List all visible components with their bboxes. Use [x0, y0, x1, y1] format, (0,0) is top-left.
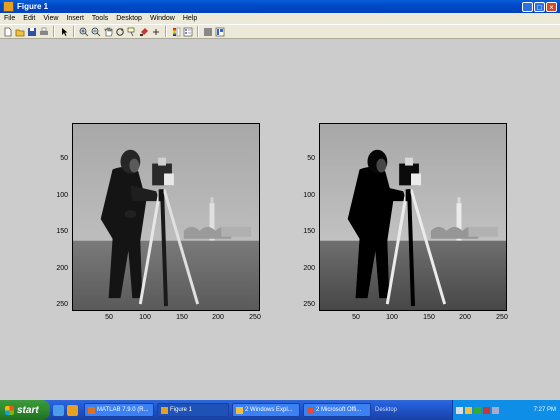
toolbar-separator [197, 26, 199, 37]
ytick-label: 150 [56, 228, 68, 235]
start-label: start [17, 404, 39, 416]
ie-quicklaunch-icon[interactable] [53, 404, 64, 416]
original-image [73, 124, 259, 310]
xtick-label: 150 [176, 314, 188, 321]
minimize-button[interactable]: _ [522, 1, 533, 12]
menu-desktop[interactable]: Desktop [112, 15, 146, 22]
taskbar: start MATLAB 7.9.0 (R... Figure 1 2 Wind… [0, 400, 560, 420]
menu-bar: File Edit View Insert Tools Desktop Wind… [0, 13, 560, 24]
processed-image-axes[interactable] [319, 123, 507, 311]
new-icon[interactable] [3, 27, 13, 37]
desktop-toolbar-label[interactable]: Desktop [375, 407, 397, 413]
menu-insert[interactable]: Insert [62, 15, 88, 22]
colorbar-icon[interactable] [171, 27, 181, 37]
tray-icon[interactable] [474, 406, 481, 414]
toolbar-separator [53, 26, 55, 37]
menu-edit[interactable]: Edit [19, 15, 39, 22]
menu-help[interactable]: Help [179, 15, 201, 22]
menu-view[interactable]: View [39, 15, 62, 22]
menu-file[interactable]: File [0, 15, 19, 22]
task-label: MATLAB 7.9.0 (R... [97, 407, 149, 413]
ytick-label: 200 [56, 265, 68, 272]
task-matlab[interactable]: MATLAB 7.9.0 (R... [84, 403, 154, 417]
menu-tools[interactable]: Tools [88, 15, 112, 22]
task-microsoft-office[interactable]: 2 Microsoft Offi... [303, 403, 371, 417]
ytick-label: 200 [303, 265, 315, 272]
ytick-label: 50 [307, 155, 315, 162]
office-icon [307, 406, 314, 414]
ytick-label: 100 [303, 192, 315, 199]
ytick-label: 100 [56, 192, 68, 199]
title-bar: Figure 1 _ □ × [0, 0, 560, 13]
task-windows-explorer[interactable]: 2 Windows Expl... [232, 403, 300, 417]
folder-icon [236, 406, 243, 414]
plot-tools-show-icon[interactable] [215, 27, 225, 37]
matlab-icon [88, 406, 95, 414]
zoom-in-icon[interactable] [79, 27, 89, 37]
volume-icon[interactable] [492, 406, 499, 414]
system-tray: 7:27 PM [452, 400, 560, 420]
xtick-label: 50 [352, 314, 360, 321]
maximize-button[interactable]: □ [534, 1, 545, 12]
ytick-label: 250 [56, 301, 68, 308]
xtick-label: 100 [139, 314, 151, 321]
close-button[interactable]: × [546, 1, 557, 12]
start-button[interactable]: start [0, 400, 50, 420]
xtick-label: 250 [249, 314, 261, 321]
xtick-label: 200 [212, 314, 224, 321]
original-image-axes[interactable] [72, 123, 260, 311]
xtick-label: 50 [105, 314, 113, 321]
figure-canvas: 50 100 150 200 250 50 100 150 200 250 50… [0, 39, 560, 400]
figure-toolbar [0, 24, 560, 39]
media-quicklaunch-icon[interactable] [67, 404, 78, 416]
save-icon[interactable] [27, 27, 37, 37]
print-icon[interactable] [39, 27, 49, 37]
plot-tools-hide-icon[interactable] [203, 27, 213, 37]
task-figure-1[interactable]: Figure 1 [157, 403, 229, 417]
tray-icon[interactable] [456, 406, 463, 414]
task-label: 2 Microsoft Offi... [316, 407, 362, 413]
xtick-label: 200 [459, 314, 471, 321]
ytick-label: 50 [60, 155, 68, 162]
windows-logo-icon [5, 405, 14, 415]
arrow-icon[interactable] [59, 27, 69, 37]
pan-icon[interactable] [103, 27, 113, 37]
data-cursor-icon[interactable] [127, 27, 137, 37]
open-icon[interactable] [15, 27, 25, 37]
xtick-label: 100 [386, 314, 398, 321]
ytick-label: 150 [303, 228, 315, 235]
window-title: Figure 1 [17, 2, 49, 11]
legend-icon[interactable] [183, 27, 193, 37]
figure-icon [161, 406, 168, 414]
toolbar-separator [73, 26, 75, 37]
xtick-label: 150 [423, 314, 435, 321]
xtick-label: 250 [496, 314, 508, 321]
link-icon[interactable] [151, 27, 161, 37]
zoom-out-icon[interactable] [91, 27, 101, 37]
matlab-figure-icon [3, 1, 14, 12]
task-label: Figure 1 [170, 407, 193, 413]
menu-window[interactable]: Window [146, 15, 179, 22]
toolbar-separator [165, 26, 167, 37]
rotate-icon[interactable] [115, 27, 125, 37]
tray-icon[interactable] [483, 406, 490, 414]
brush-icon[interactable] [139, 27, 149, 37]
task-label: 2 Windows Expl... [245, 407, 293, 413]
tray-icon[interactable] [465, 406, 472, 414]
ytick-label: 250 [303, 301, 315, 308]
clock[interactable]: 7:27 PM [534, 407, 556, 413]
processed-image [320, 124, 506, 310]
